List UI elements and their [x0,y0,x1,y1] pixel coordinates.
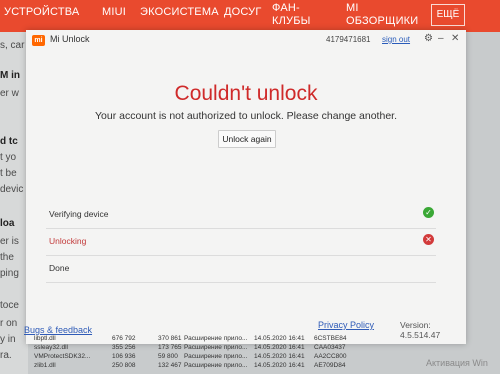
file-crc: AA2CC800 [314,353,347,360]
close-icon[interactable]: ✕ [451,33,459,44]
error-message: Your account is not authorized to unlock… [95,110,397,122]
file-size: 355 256 [112,344,136,351]
file-size: 676 792 [112,335,136,342]
file-row[interactable]: VMProtectSDK32... 106 936 59 800 Расшире… [24,353,444,362]
file-crc: AE709D84 [314,362,346,369]
bg-text: er w [0,88,19,99]
file-row[interactable]: libptl.dll 676 792 370 861 Расширение пр… [24,335,444,344]
file-row[interactable]: ssleay32.dll 355 256 173 765 Расширение … [24,344,444,353]
file-name: libptl.dll [34,335,56,342]
nav-item-leisure[interactable]: ДОСУГ [224,6,262,18]
file-date: 14.05.2020 16:41 [254,353,305,360]
step-unlocking: Unlocking ✕ [46,229,436,256]
mi-logo-icon: mi [32,35,45,46]
settings-gear-icon[interactable]: ⚙ [424,33,433,44]
nav-item-mi-reviewers[interactable]: MI ОБЗОРЩИКИ [346,2,418,28]
file-date: 14.05.2020 16:41 [254,335,305,342]
file-row[interactable]: zlib1.dll 250 808 132 467 Расширение при… [24,362,444,371]
background-page: s, car M in er w d tc t yo t be devic lo… [0,32,28,374]
progress-steps: Verifying device ✓ Unlocking ✕ Done [46,202,436,283]
file-size: 106 936 [112,353,136,360]
check-icon: ✓ [423,207,434,218]
windows-activation-watermark: Активация Win [426,358,488,368]
step-label: Verifying device [49,209,109,219]
account-id: 4179471681 [326,35,371,44]
file-packed: 132 467 [158,362,182,369]
bg-text: d tc [0,136,18,147]
window-titlebar[interactable]: mi Mi Unlock 4179471681 sign out ⚙ – ✕ [26,30,466,50]
bg-text: t be [0,168,17,179]
bg-text: loa [0,218,15,229]
nav-item-fan-clubs[interactable]: ФАН- КЛУБЫ [272,2,311,28]
nav-item-devices[interactable]: УСТРОЙСТВА [4,6,79,18]
file-packed: 370 861 [158,335,182,342]
file-date: 14.05.2020 16:41 [254,344,305,351]
nav-item-ecosystem[interactable]: ЭКОСИСТЕМА [140,6,219,18]
file-crc: 6CSTBE84 [314,335,347,342]
bg-text: s, car [0,40,25,51]
step-verifying-device: Verifying device ✓ [46,202,436,229]
bg-text: the [0,252,14,263]
file-list: libptl.dll 676 792 370 861 Расширение пр… [24,335,444,371]
bg-text: ping [0,268,19,279]
bg-text: ra. [0,350,12,361]
file-date: 14.05.2020 16:41 [254,362,305,369]
file-name: VMProtectSDK32... [34,353,91,360]
bg-text: M in [0,70,20,81]
privacy-policy-link[interactable]: Privacy Policy [318,320,374,330]
nav-more-button[interactable]: ЕЩЁ [431,4,465,26]
bg-text: devic [0,184,24,195]
nav-item-miui[interactable]: MIUI [102,6,126,18]
bugs-feedback-link[interactable]: Bugs & feedback [24,325,92,335]
sign-out-link[interactable]: sign out [382,35,410,44]
error-x-icon: ✕ [423,234,434,245]
file-packed: 59 800 [158,353,178,360]
file-size: 250 808 [112,362,136,369]
file-crc: CAA03437 [314,344,346,351]
file-name: zlib1.dll [34,362,56,369]
minimize-icon[interactable]: – [438,33,444,44]
unlock-again-button[interactable]: Unlock again [218,130,276,148]
bg-text: t yo [0,152,17,163]
browser-nav-bar: УСТРОЙСТВА MIUI ЭКОСИСТЕМА ДОСУГ ФАН- КЛУ… [0,0,500,32]
app-title: Mi Unlock [50,34,90,44]
mi-unlock-window: mi Mi Unlock 4179471681 sign out ⚙ – ✕ C… [26,30,466,344]
bg-text: er is [0,236,19,247]
file-type: Расширение прило... [184,353,248,360]
step-label: Unlocking [49,236,87,246]
step-label: Done [49,263,70,273]
bg-text: r on [0,318,18,329]
file-type: Расширение прило... [184,362,248,369]
error-heading: Couldn't unlock [174,82,318,105]
file-name: ssleay32.dll [34,344,68,351]
file-packed: 173 765 [158,344,182,351]
bg-text: toce [0,300,19,311]
step-done: Done [46,256,436,283]
file-type: Расширение прило... [184,335,248,342]
file-type: Расширение прило... [184,344,248,351]
bg-text: y in [0,334,16,345]
